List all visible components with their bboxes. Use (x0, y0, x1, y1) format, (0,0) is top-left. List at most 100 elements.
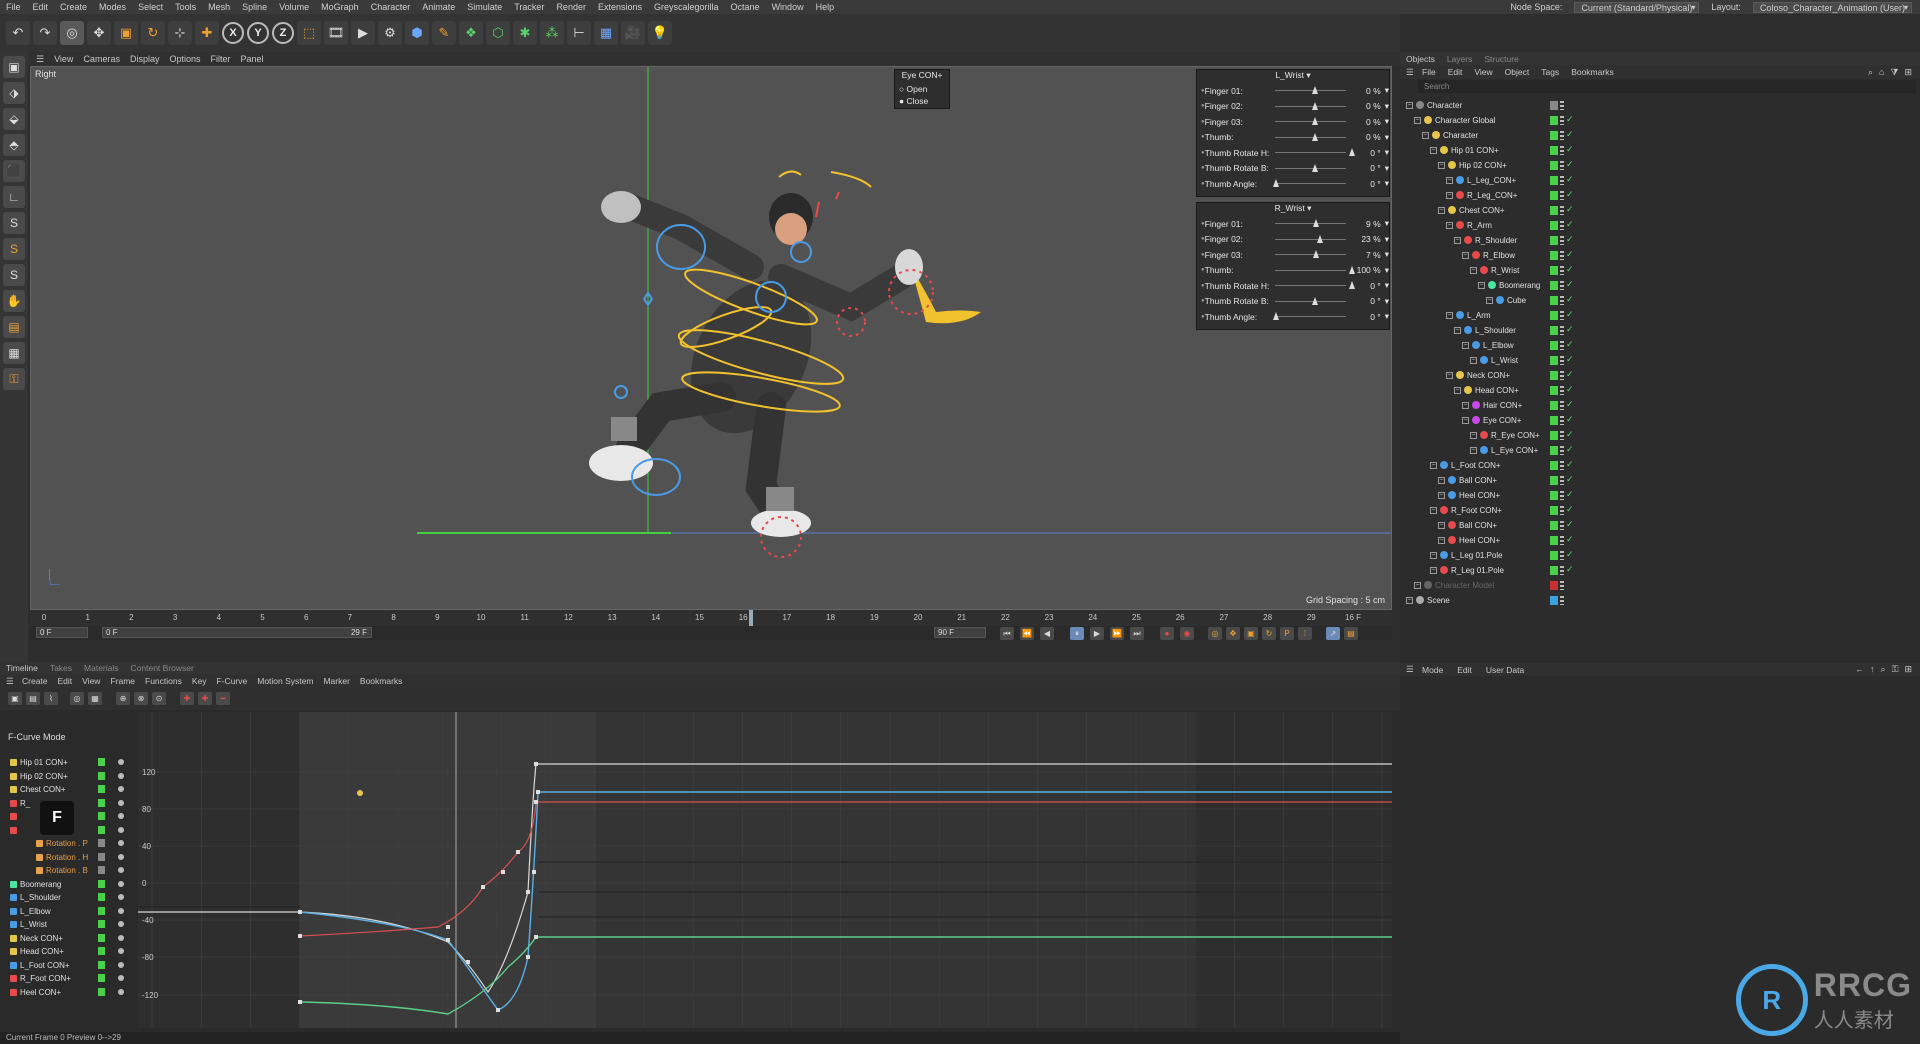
objects-menu-edit[interactable]: Edit (1448, 67, 1463, 77)
expand-toggle-icon[interactable]: − (1462, 341, 1469, 349)
attributes-menu-edit[interactable]: Edit (1457, 665, 1472, 675)
slider-knob[interactable] (1311, 117, 1318, 126)
expand-toggle-icon[interactable]: − (1470, 431, 1477, 439)
track-solo-dot[interactable] (118, 975, 124, 981)
chevron-down-icon[interactable]: ▾ (1385, 163, 1389, 174)
y-axis-button[interactable]: Y (247, 22, 269, 44)
track-solo-dot[interactable] (118, 853, 124, 860)
chevron-down-icon[interactable]: ▾ (1385, 101, 1389, 112)
menu-item-volume[interactable]: Volume (273, 2, 315, 12)
menu-item-spline[interactable]: Spline (236, 2, 273, 12)
undo-icon[interactable]: ↶ (6, 21, 30, 45)
expand-toggle-icon[interactable]: − (1430, 506, 1437, 514)
visibility-dots[interactable] (1560, 221, 1564, 230)
keyframe[interactable] (298, 934, 302, 938)
fcurve-graph[interactable]: 120 80 40 0 -40 -80 -120 (138, 712, 1392, 1028)
track-enabled-swatch[interactable] (98, 812, 105, 820)
track-solo-dot[interactable] (118, 921, 124, 927)
object-item[interactable]: − L_Elbow (1462, 338, 1514, 352)
layer-color-swatch[interactable] (1550, 236, 1558, 245)
track-solo-dot[interactable] (118, 961, 124, 968)
new-window-icon[interactable]: ⊞ (1904, 67, 1912, 78)
keyframe[interactable] (526, 890, 530, 894)
layer-color-swatch[interactable] (1550, 431, 1558, 440)
menu-item-mesh[interactable]: Mesh (202, 2, 236, 12)
visibility-dots[interactable] (1560, 146, 1564, 155)
expand-toggle-icon[interactable]: − (1438, 521, 1445, 529)
keyframe[interactable] (536, 790, 540, 794)
slider-knob[interactable] (1311, 101, 1318, 110)
object-item[interactable]: − Hip 01 CON+ (1430, 143, 1499, 157)
enabled-check-icon[interactable]: ✓ (1566, 459, 1574, 470)
timeline-tab-takes[interactable]: Takes (50, 663, 72, 673)
key-pla-icon[interactable]: ⁞ (1298, 627, 1312, 640)
layer-color-swatch[interactable] (1550, 116, 1558, 125)
grid-icon[interactable]: ▦ (3, 342, 25, 364)
chevron-down-icon[interactable]: ▾ (1385, 311, 1389, 322)
layer-color-swatch[interactable] (1550, 536, 1558, 545)
track-row[interactable]: Hip 02 CON+ (10, 770, 68, 783)
timeline-menu-marker[interactable]: Marker (323, 676, 349, 686)
layer-color-swatch[interactable] (1550, 371, 1558, 380)
enabled-check-icon[interactable]: ✓ (1566, 279, 1574, 290)
render-region-icon[interactable]: 🎞 (324, 21, 348, 45)
visibility-dots[interactable] (1560, 326, 1564, 335)
floor-icon[interactable]: ▦ (594, 21, 618, 45)
expand-toggle-icon[interactable]: − (1446, 176, 1453, 184)
search-icon[interactable]: ⌕ (1868, 67, 1873, 78)
key-mode-icon[interactable]: ▦ (88, 692, 102, 705)
slider-value[interactable]: 0 % (1350, 132, 1381, 142)
object-item[interactable]: − L_Arm (1446, 308, 1491, 322)
slider-track[interactable] (1274, 234, 1347, 243)
track-enabled-swatch[interactable] (98, 798, 105, 807)
layer-color-swatch[interactable] (1550, 266, 1558, 275)
expand-toggle-icon[interactable]: − (1438, 161, 1445, 169)
keyframe[interactable] (526, 955, 530, 959)
tangent-icon[interactable]: ⊗ (134, 692, 148, 705)
objects-tab-objects[interactable]: Objects (1406, 54, 1435, 64)
track-row[interactable]: L_Foot CON+ (10, 959, 70, 972)
enabled-check-icon[interactable]: ✓ (1566, 174, 1574, 185)
visibility-dots[interactable] (1560, 131, 1564, 140)
add-key-icon[interactable]: ✚ (180, 692, 194, 705)
layer-color-swatch[interactable] (1550, 551, 1558, 560)
visibility-dots[interactable] (1560, 386, 1564, 395)
expand-toggle-icon[interactable]: − (1430, 461, 1437, 469)
layer-color-swatch[interactable] (1550, 476, 1558, 485)
enabled-check-icon[interactable]: ✓ (1566, 504, 1574, 515)
next-frame-icon[interactable]: ▶ (1090, 627, 1104, 640)
search-icon[interactable]: ⌕ (1881, 664, 1886, 675)
objects-tab-layers[interactable]: Layers (1447, 54, 1473, 64)
enabled-check-icon[interactable]: ✓ (1566, 309, 1574, 320)
layer-color-swatch[interactable] (1550, 386, 1558, 395)
viewport[interactable]: Right Eye CON+ ○ Open ● Close L_Wrist ▾ … (30, 66, 1392, 610)
chevron-down-icon[interactable]: ▾ (1385, 85, 1389, 96)
track-solo-dot[interactable] (118, 934, 124, 941)
menu-item-window[interactable]: Window (766, 2, 810, 12)
slider-knob[interactable] (1349, 265, 1356, 274)
menu-item-edit[interactable]: Edit (27, 2, 55, 12)
object-item[interactable]: − L_Shoulder (1454, 323, 1516, 337)
enabled-check-icon[interactable]: ✓ (1566, 399, 1574, 410)
track-row[interactable]: Rotation . B (36, 864, 88, 877)
slider-value[interactable]: 7 % (1350, 250, 1381, 260)
layer-color-swatch[interactable] (1550, 206, 1558, 215)
hamburger-icon[interactable]: ☰ (1406, 67, 1414, 78)
fcurve-icon[interactable]: ⌇ (44, 692, 58, 705)
keyframe[interactable] (534, 935, 538, 939)
camera-icon[interactable]: 🎥 (621, 21, 645, 45)
track-solo-dot[interactable] (118, 786, 124, 792)
attributes-menu-mode[interactable]: Mode (1422, 665, 1443, 675)
enabled-check-icon[interactable]: ✓ (1566, 249, 1574, 260)
transform-icon[interactable]: ⊹ (168, 21, 192, 45)
layer-color-swatch[interactable] (1550, 131, 1558, 140)
visibility-dots[interactable] (1560, 281, 1564, 290)
chevron-down-icon[interactable]: ▾ (1385, 234, 1389, 245)
objects-menu-file[interactable]: File (1422, 67, 1436, 77)
chevron-down-icon[interactable]: ▾ (1385, 280, 1389, 291)
slider-track[interactable] (1274, 265, 1356, 274)
visibility-dots[interactable] (1560, 536, 1564, 545)
home-icon[interactable]: ⌂ (1879, 67, 1884, 78)
slider-value[interactable]: 0 % (1350, 86, 1381, 96)
layer-color-swatch[interactable] (1550, 566, 1558, 575)
